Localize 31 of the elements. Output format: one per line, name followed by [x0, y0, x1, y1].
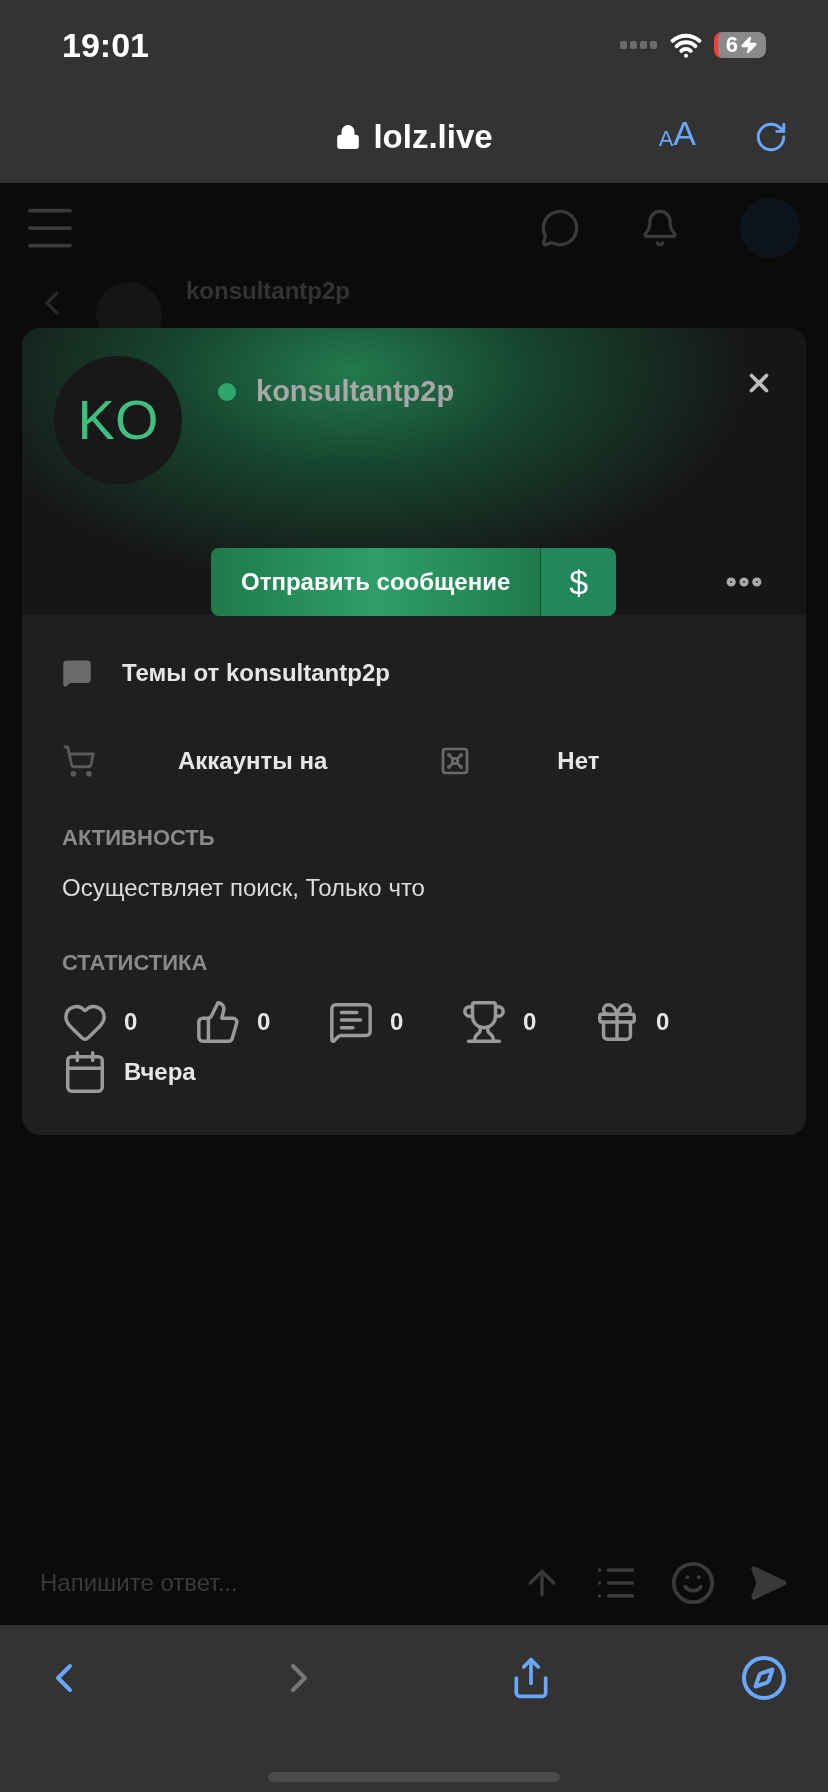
- thumbs-up-icon: [195, 999, 241, 1045]
- send-message-button[interactable]: Отправить сообщение: [211, 548, 542, 616]
- stat-count: 0: [257, 1007, 271, 1037]
- chat-icon[interactable]: [540, 208, 580, 248]
- text-size-button[interactable]: AA: [658, 116, 696, 150]
- stat-count: 0: [656, 1007, 670, 1037]
- lock-icon: [335, 123, 362, 150]
- section-heading: АКТИВНОСТЬ: [62, 824, 216, 852]
- emoji-icon[interactable]: [670, 1559, 716, 1606]
- accounts-value: Нет: [557, 746, 600, 776]
- reload-icon[interactable]: [754, 120, 788, 154]
- section-heading: СТАТИСТИКА: [62, 949, 209, 977]
- battery-icon: 6: [713, 32, 766, 58]
- topics-link[interactable]: Темы от konsultantp2p: [122, 655, 390, 691]
- stat-count: 0: [124, 1007, 138, 1037]
- comment-icon: [62, 658, 92, 688]
- activity-text: Осуществляет поиск, Только что: [62, 873, 426, 903]
- trophy-icon: [461, 999, 507, 1045]
- stat-count: 0: [523, 1007, 537, 1037]
- stat-count: 0: [390, 1007, 404, 1037]
- profile-avatar: KO: [54, 356, 182, 484]
- bell-icon[interactable]: [640, 208, 680, 248]
- registered-date: Вчера: [124, 1057, 196, 1087]
- profile-username[interactable]: konsultantp2p: [256, 370, 455, 414]
- cart-icon: [62, 744, 96, 778]
- status-time: 19:01: [62, 24, 149, 66]
- accounts-label: Аккаунты на: [178, 746, 328, 776]
- tip-button[interactable]: $: [541, 548, 617, 616]
- signal-icon: [619, 40, 658, 50]
- url-text[interactable]: lolz.live: [373, 111, 493, 162]
- compass-icon[interactable]: [739, 1654, 788, 1702]
